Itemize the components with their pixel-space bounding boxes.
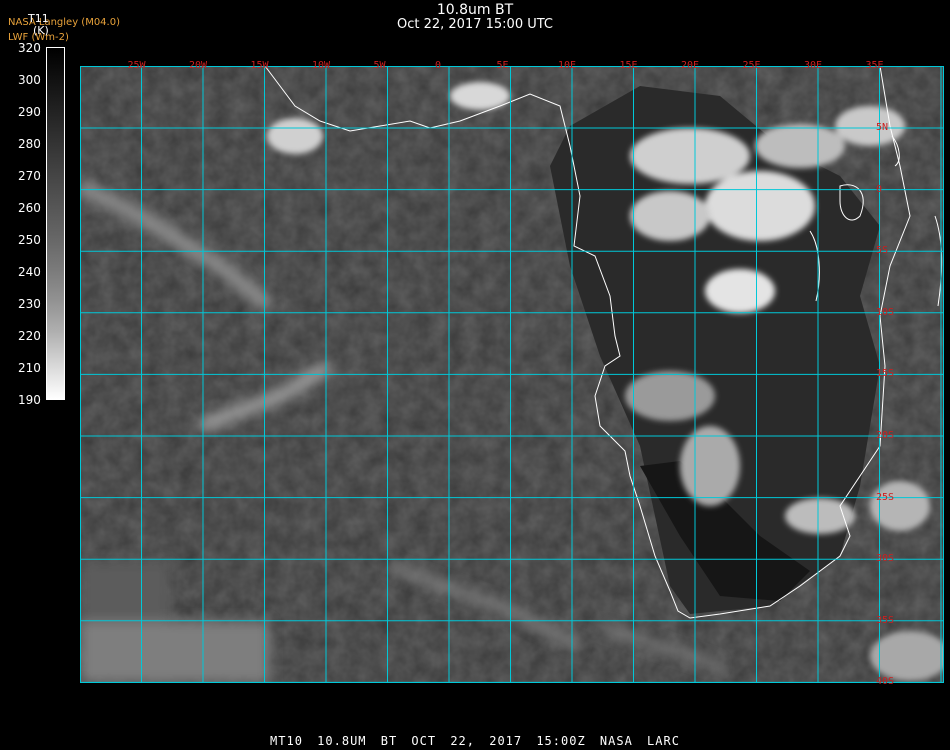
map-title: 10.8um BT <box>436 2 514 18</box>
longitude-label: 10E <box>558 60 577 71</box>
colorbar-tick-label: 300 <box>18 73 41 87</box>
colorbar-tick-label: 250 <box>18 233 41 247</box>
latitude-label: 30S <box>876 553 895 565</box>
longitude-label: 10W <box>312 60 331 71</box>
latitude-label: 15S <box>876 368 895 380</box>
colorbar-tick-label: 270 <box>18 169 41 183</box>
satellite-map <box>76 65 950 683</box>
longitude-label: 0 <box>435 60 442 71</box>
longitude-label: 25E <box>742 60 761 71</box>
longitude-label: 20W <box>189 60 208 71</box>
latitude-label: 0 <box>876 183 883 195</box>
latitude-label: 35S <box>876 614 895 626</box>
map-canvas <box>76 65 950 683</box>
colorbar-tick-label: 290 <box>18 105 41 119</box>
colorbar-tick-label: 240 <box>18 265 41 279</box>
longitude-label: 30E <box>804 60 823 71</box>
colorbar-unit: (K) <box>33 24 49 37</box>
latitude-label: 25S <box>876 491 895 503</box>
colorbar-tick-label: 260 <box>18 201 41 215</box>
colorbar-tick-label: 280 <box>18 137 41 151</box>
latitude-label: 5S <box>876 245 889 257</box>
footer-caption: MT10 10.8UM BT OCT 22, 2017 15:00Z NASA … <box>270 734 680 748</box>
colorbar-tick-label: 320 <box>18 41 41 55</box>
map-datetime: Oct 22, 2017 15:00 UTC <box>397 17 553 32</box>
longitude-label: 20E <box>681 60 700 71</box>
colorbar-tick-label: 220 <box>18 329 41 343</box>
longitude-label: 15W <box>250 60 269 71</box>
colorbar <box>46 47 65 400</box>
latitude-label: 5N <box>876 122 889 133</box>
credit-line-1: NASA Langley (M04.0) <box>8 17 120 28</box>
longitude-label: 35E <box>865 60 884 71</box>
latitude-label: 20S <box>876 430 895 441</box>
colorbar-tick-label: 190 <box>18 393 41 407</box>
longitude-label: 25W <box>127 60 146 71</box>
latitude-label: 40S <box>876 676 895 688</box>
longitude-label: 15E <box>619 60 638 71</box>
colorbar-tick-label: 210 <box>18 361 41 375</box>
longitude-label: 5W <box>373 60 386 71</box>
latitude-label: 10S <box>876 306 895 318</box>
colorbar-tick-label: 230 <box>18 297 41 311</box>
longitude-label: 5E <box>496 60 509 71</box>
